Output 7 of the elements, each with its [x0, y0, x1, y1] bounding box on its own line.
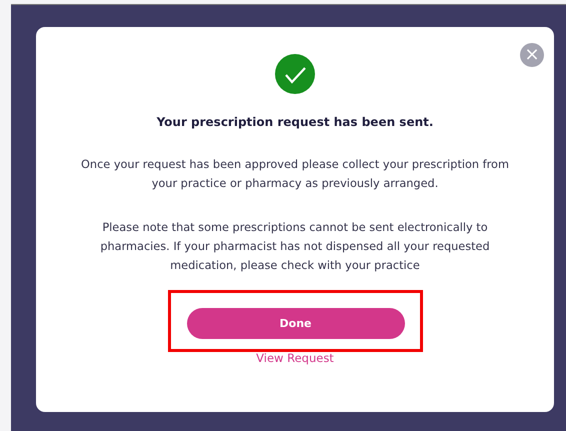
check-icon: [275, 54, 315, 94]
done-button[interactable]: Done: [186, 308, 404, 339]
view-request-link[interactable]: View Request: [256, 351, 334, 365]
message-text: Please note that some prescriptions cannot be sent electronically to pharmacies. If your pharmacist has not dispensed all your requested medication, please check with your practice: [99, 220, 491, 274]
message-text: Once your request has been approved please collect your prescription from your practice or pharmacy as previously arranged.: [80, 157, 510, 192]
close-button[interactable]: ×: [520, 43, 544, 67]
dialog-title: Your prescription request has been sent.: [156, 115, 434, 129]
